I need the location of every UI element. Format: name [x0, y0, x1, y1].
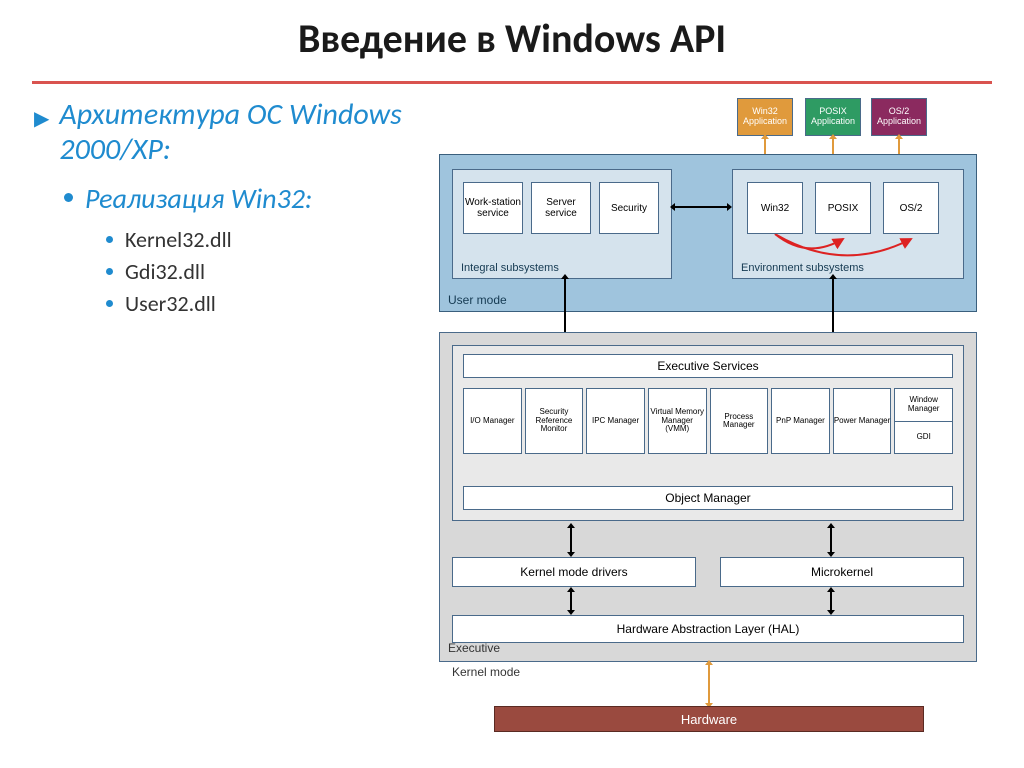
app-win32: Win32 Application — [737, 98, 793, 136]
arrow-integral-env — [674, 206, 728, 208]
microkernel: Microkernel — [720, 557, 964, 587]
architecture-diagram: Win32 Application POSIX Application OS/2… — [434, 98, 994, 738]
env-os2: OS/2 — [883, 182, 939, 234]
managers-row: I/O Manager Security Reference Monitor I… — [463, 388, 953, 454]
executive-inner: Executive Services I/O Manager Security … — [452, 345, 964, 521]
arrow-exec-drivers — [570, 527, 572, 553]
arrow-exec-micro — [830, 527, 832, 553]
window-manager: Window Manager — [895, 389, 952, 422]
arrow-usermode-exec-right — [832, 278, 834, 338]
workstation-service: Work-station service — [463, 182, 523, 234]
gdi: GDI — [895, 422, 952, 454]
bullet-marker-l3 — [106, 300, 113, 307]
arrow-micro-hal — [830, 591, 832, 611]
env-posix: POSIX — [815, 182, 871, 234]
bullet-text-l2: Реализация Win32: — [85, 181, 312, 216]
env-label: Environment subsystems — [741, 262, 864, 274]
bullet-level3: Kernel32.dll — [106, 226, 424, 253]
vmm-manager: Virtual Memory Manager (VMM) — [648, 388, 707, 454]
title-underline — [32, 81, 992, 84]
bullet-text-l3: Gdi32.dll — [125, 258, 205, 285]
bullet-text-l1: Архитектура ОС Windows 2000/XP: — [59, 98, 424, 167]
bullet-level2: Реализация Win32: — [64, 181, 424, 216]
bullet-level1: ▶ Архитектура ОС Windows 2000/XP: — [34, 98, 424, 167]
pnp-manager: PnP Manager — [771, 388, 830, 454]
text-column: ▶ Архитектура ОС Windows 2000/XP: Реализ… — [30, 98, 424, 738]
bullet-marker-l3 — [106, 268, 113, 275]
hal-block: Hardware Abstraction Layer (HAL) — [452, 615, 964, 643]
integral-subsystems: Integral subsystems Work-station service… — [452, 169, 672, 279]
io-manager: I/O Manager — [463, 388, 522, 454]
environment-subsystems: Environment subsystems Win32 POSIX OS/2 — [732, 169, 964, 279]
bullet-marker-l1: ▶ — [34, 106, 49, 131]
hardware-block: Hardware — [494, 706, 924, 732]
app-posix: POSIX Application — [805, 98, 861, 136]
bullet-text-l3: Kernel32.dll — [125, 226, 232, 253]
bullet-text-l3: User32.dll — [125, 290, 216, 317]
security-subsystem: Security — [599, 182, 659, 234]
app-os2: OS/2 Application — [871, 98, 927, 136]
arrow-hal-hardware — [708, 664, 710, 704]
arrow-drivers-hal — [570, 591, 572, 611]
diagram-column: Win32 Application POSIX Application OS/2… — [434, 98, 994, 738]
executive-services: Executive Services — [463, 354, 953, 378]
bullet-level3: Gdi32.dll — [106, 258, 424, 285]
executive-label: Executive — [448, 641, 500, 655]
arrow-usermode-exec-left — [564, 278, 566, 338]
kernel-row: Kernel mode drivers Microkernel — [452, 557, 964, 587]
integral-label: Integral subsystems — [461, 262, 559, 274]
slide-title: Введение в Windows API — [30, 14, 994, 63]
object-manager: Object Manager — [463, 486, 953, 510]
security-ref-monitor: Security Reference Monitor — [525, 388, 584, 454]
kernel-mode-drivers: Kernel mode drivers — [452, 557, 696, 587]
power-manager: Power Manager — [833, 388, 892, 454]
red-curve-posix — [747, 234, 939, 264]
bullet-marker-l3 — [106, 236, 113, 243]
executive-block: Executive Services I/O Manager Security … — [439, 332, 977, 662]
window-gdi: Window Manager GDI — [894, 388, 953, 454]
env-win32: Win32 — [747, 182, 803, 234]
process-manager: Process Manager — [710, 388, 769, 454]
user-mode-label: User mode — [448, 293, 507, 307]
bullet-marker-l2 — [64, 193, 73, 202]
user-mode-block: User mode Integral subsystems Work-stati… — [439, 154, 977, 312]
layout: ▶ Архитектура ОС Windows 2000/XP: Реализ… — [30, 98, 994, 738]
kernel-mode-label: Kernel mode — [452, 665, 520, 679]
bullet-level3: User32.dll — [106, 290, 424, 317]
server-service: Server service — [531, 182, 591, 234]
slide: Введение в Windows API ▶ Архитектура ОС … — [0, 0, 1024, 768]
ipc-manager: IPC Manager — [586, 388, 645, 454]
